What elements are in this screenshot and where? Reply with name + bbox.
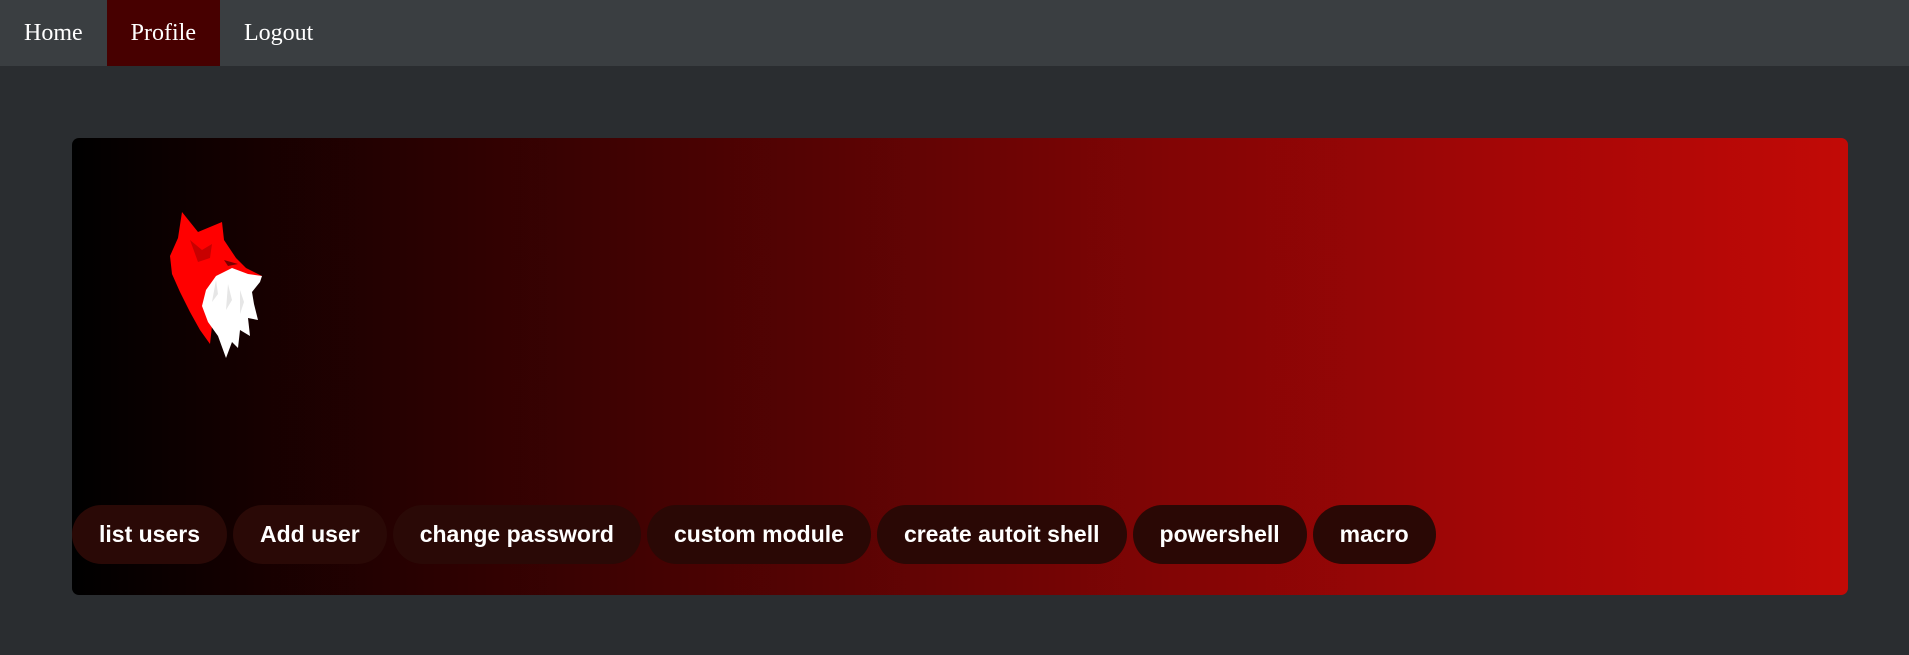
custom-module-button[interactable]: custom module xyxy=(646,505,871,564)
top-nav: Home Profile Logout xyxy=(0,0,1909,66)
nav-logout[interactable]: Logout xyxy=(220,0,337,66)
nav-profile[interactable]: Profile xyxy=(106,0,220,66)
change-password-button[interactable]: change password xyxy=(392,505,641,564)
macro-button[interactable]: macro xyxy=(1312,505,1436,564)
list-users-button[interactable]: list users xyxy=(72,505,227,564)
fox-head-icon xyxy=(170,212,262,358)
create-autoit-shell-button[interactable]: create autoit shell xyxy=(876,505,1127,564)
profile-banner: list users Add user change password cust… xyxy=(72,138,1848,595)
powershell-button[interactable]: powershell xyxy=(1132,505,1307,564)
add-user-button[interactable]: Add user xyxy=(233,505,387,564)
action-buttons: list users Add user change password cust… xyxy=(72,505,1436,564)
nav-home[interactable]: Home xyxy=(0,0,107,66)
